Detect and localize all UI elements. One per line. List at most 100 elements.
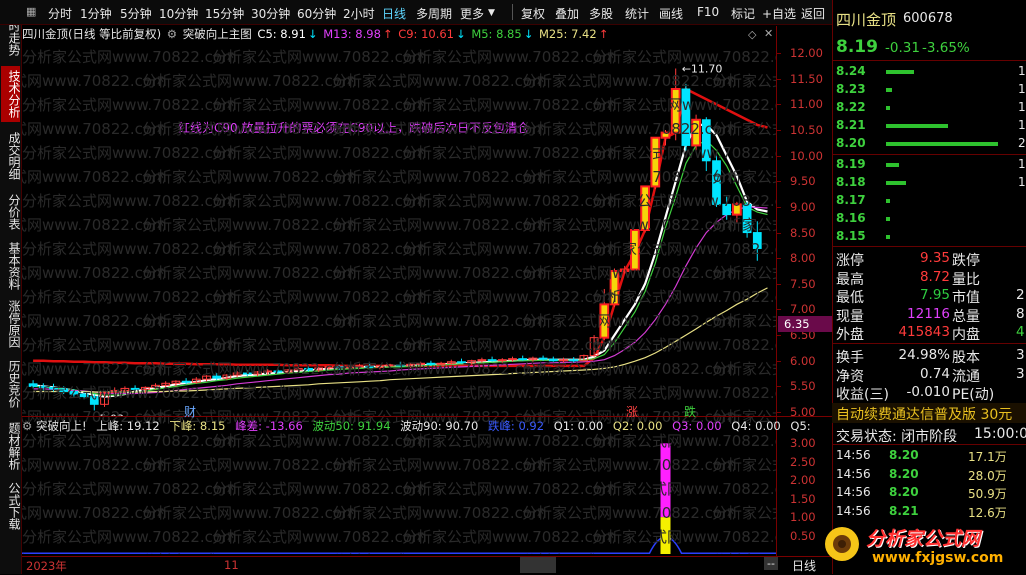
high-price-label: ←11.70 — [682, 63, 723, 76]
up-arrow-icon: ↑ — [598, 27, 609, 41]
candle-body — [609, 270, 620, 306]
c5-value: C5: 8.91 — [257, 27, 306, 41]
period-60min[interactable]: 60分钟 — [297, 5, 336, 22]
overlay-button[interactable]: 叠加 — [555, 5, 579, 22]
order-book-price: 8.19 — [836, 157, 866, 171]
annotation-text: 红线为C90,放量拉升的票必须在C90以上，跌破后次日不反包清仓 — [178, 121, 530, 135]
period-2hour[interactable]: 2小时 — [343, 5, 375, 22]
date-dash[interactable]: -- — [764, 557, 778, 570]
die-feng-value: 跌峰: 0.92 — [487, 419, 545, 433]
indicator-chart[interactable] — [22, 434, 776, 556]
candle-body — [49, 386, 58, 390]
period-30min[interactable]: 30分钟 — [251, 5, 290, 22]
chevron-down-icon[interactable]: ▼ — [488, 8, 495, 18]
candle-body — [38, 385, 48, 388]
price-tick-mark — [776, 104, 781, 106]
candle-body — [732, 203, 742, 216]
candle-body — [701, 119, 711, 162]
tick-volume: 28.0万 — [968, 468, 1007, 483]
tab-theme-analysis[interactable]: 题材解析 — [1, 418, 21, 474]
tab-technical-analysis[interactable]: 技术分析 — [1, 66, 21, 122]
period-1min[interactable]: 1分钟 — [80, 5, 112, 22]
period-daily[interactable]: 日线 — [382, 5, 406, 22]
candle-body — [487, 359, 497, 362]
indicator-tick-label: 1.00 — [790, 510, 816, 525]
stock-pct: -3.65% — [922, 40, 970, 56]
mark-button[interactable]: 标记 — [731, 5, 755, 22]
quote-value: 7.95 — [919, 287, 950, 304]
quote-value: -0.010 — [906, 384, 950, 401]
limit-down-marker[interactable]: 跌 — [684, 403, 696, 420]
q4-value: Q4: 0.00 — [731, 419, 781, 433]
back-button[interactable]: 返回 — [801, 5, 825, 22]
quote-value: 0.74 — [919, 365, 950, 382]
candle-body — [365, 365, 375, 368]
formula-name[interactable]: 突破向上主图 — [183, 27, 252, 41]
tab-formula-download[interactable]: 公式下载 — [1, 478, 21, 534]
fuquan-button[interactable]: 复权 — [521, 5, 545, 22]
period-fenshi[interactable]: 分时 — [48, 5, 72, 22]
order-book-price: 8.20 — [836, 136, 866, 150]
period-multi[interactable]: 多周期 — [416, 5, 452, 22]
scroll-thumb[interactable] — [520, 557, 556, 573]
period-toolbar: ▦ 分时 1分钟 5分钟 10分钟 15分钟 30分钟 60分钟 2小时 日线 … — [0, 0, 832, 25]
diamond-icon[interactable]: ◇ — [748, 28, 756, 41]
order-book-volume-bar — [886, 199, 890, 203]
indicator-tick-label: 1.50 — [790, 491, 816, 506]
financial-report-marker[interactable]: 财 — [184, 403, 196, 420]
stock-change: -0.31 — [885, 40, 920, 56]
multi-stock-button[interactable]: 多股 — [589, 5, 613, 22]
close-icon[interactable]: ✕ — [764, 27, 773, 40]
formula-gear-icon[interactable]: ⚙ — [167, 27, 177, 41]
period-label[interactable]: 日线 — [792, 557, 816, 574]
panel-divider — [832, 343, 1026, 344]
quote-label: 换手 — [836, 350, 864, 366]
quote-label: 外盘 — [836, 327, 864, 344]
tab-history-auction[interactable]: 历史竞价 — [1, 356, 21, 412]
period-more[interactable]: 更多 — [460, 5, 484, 22]
period-5min[interactable]: 5分钟 — [120, 5, 152, 22]
order-book-volume: 10 — [1018, 118, 1026, 132]
price-tick-mark — [776, 360, 781, 362]
price-tick-label: 8.00 — [790, 251, 816, 266]
limit-up-marker[interactable]: 涨 — [626, 403, 638, 420]
menu-grid-icon[interactable]: ▦ — [26, 5, 36, 18]
indicator-gear-icon[interactable]: ⚙ — [22, 419, 32, 433]
tab-limit-up-reason[interactable]: 涨停原因 — [1, 296, 21, 352]
order-book-volume: 1 — [1018, 175, 1026, 189]
candle-body — [242, 372, 252, 375]
stock-code: 600678 — [903, 11, 953, 26]
add-watchlist-button[interactable]: +自选 — [762, 5, 796, 22]
quote-label: 最高 — [836, 271, 864, 288]
draw-line-button[interactable]: 画线 — [659, 5, 683, 22]
down-arrow-icon: ↓ — [523, 27, 534, 41]
chart-title: 四川金顶(日线 等比前复权) — [22, 27, 162, 41]
f10-button[interactable]: F10 — [697, 5, 719, 19]
order-book-price: 8.18 — [836, 175, 866, 189]
candle-body — [681, 88, 691, 146]
price-tick-label: 10.50 — [790, 123, 823, 138]
tab-price-table[interactable]: 分价表 — [1, 190, 21, 234]
candle-body — [569, 359, 579, 362]
price-tick-label: 12.00 — [790, 46, 823, 61]
tab-basic-info[interactable]: 基本资料 — [1, 238, 21, 294]
tick-price: 8.20 — [889, 485, 919, 499]
tab-trade-detail[interactable]: 成交明细 — [1, 128, 21, 184]
price-chart[interactable]: ←11.70↖5.03 — [22, 44, 776, 416]
candle-body — [742, 203, 752, 234]
period-10min[interactable]: 10分钟 — [159, 5, 198, 22]
indicator-name[interactable]: 突破向上! — [36, 419, 87, 433]
candle-body — [395, 364, 405, 367]
period-15min[interactable]: 15分钟 — [205, 5, 244, 22]
order-book-volume-bar — [886, 235, 890, 239]
quote-label: 最低 — [836, 290, 864, 307]
q3-value: Q3: 0.00 — [672, 419, 722, 433]
statistics-button[interactable]: 统计 — [625, 5, 649, 22]
price-tick-mark — [776, 78, 781, 80]
indicator-bar-yellow — [660, 517, 671, 554]
indicator-tick-label: 0.50 — [790, 528, 816, 543]
promo-text[interactable]: 自动续费通达信普及版 30元 — [836, 404, 1012, 424]
tick-volume: 17.1万 — [968, 450, 1007, 464]
up-arrow-icon: ↑ — [382, 27, 393, 41]
candle-body — [334, 366, 344, 369]
